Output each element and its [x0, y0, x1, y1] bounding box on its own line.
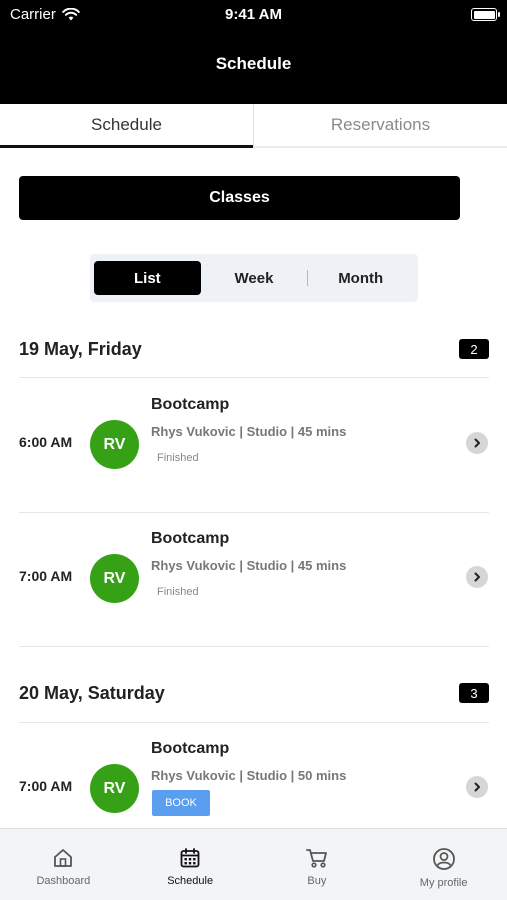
calendar-icon	[180, 848, 200, 868]
session-meta: Rhys Vukovic | Studio | 45 mins	[151, 424, 347, 439]
tab-label: Schedule	[167, 875, 214, 887]
session-time: 7:00 AM	[19, 568, 73, 584]
tab-dashboard[interactable]: Dashboard	[0, 829, 127, 900]
tab-schedule[interactable]: Schedule	[0, 104, 253, 148]
schedule-tabs: Schedule Reservations	[0, 104, 507, 148]
day-header: 20 May, Saturday 3	[19, 678, 489, 708]
view-list-button[interactable]: List	[94, 261, 201, 295]
session-row[interactable]: 7:00 AM RV Bootcamp Rhys Vukovic | Studi…	[0, 740, 507, 840]
session-meta: Rhys Vukovic | Studio | 50 mins	[151, 768, 347, 783]
view-toggle: List Week Month	[90, 254, 418, 302]
profile-icon	[432, 848, 455, 870]
session-meta: Rhys Vukovic | Studio | 45 mins	[151, 558, 347, 573]
tab-buy[interactable]: Buy	[254, 829, 381, 900]
tab-schedule-nav[interactable]: Schedule	[127, 829, 254, 900]
chevron-right-icon[interactable]	[466, 432, 488, 454]
session-status: Finished	[157, 452, 199, 464]
status-bar: Carrier 9:41 AM	[0, 0, 507, 28]
book-button[interactable]: BOOK	[152, 790, 210, 816]
avatar: RV	[90, 764, 139, 813]
session-row[interactable]: 7:00 AM RV Bootcamp Rhys Vukovic | Studi…	[0, 530, 507, 630]
nav-bar: Schedule	[0, 28, 507, 104]
avatar: RV	[90, 420, 139, 469]
chevron-right-icon[interactable]	[466, 776, 488, 798]
session-time: 6:00 AM	[19, 434, 73, 450]
view-week-button[interactable]: Week	[201, 261, 308, 295]
divider	[19, 646, 489, 647]
day-header: 19 May, Friday 2	[19, 334, 489, 364]
session-time: 7:00 AM	[19, 778, 73, 794]
session-name: Bootcamp	[151, 530, 230, 547]
divider	[19, 512, 489, 513]
cart-icon	[305, 849, 327, 868]
classes-button[interactable]: Classes	[19, 176, 460, 220]
tab-reservations[interactable]: Reservations	[254, 104, 507, 148]
tab-label: Buy	[307, 875, 327, 887]
session-name: Bootcamp	[151, 740, 230, 757]
view-month-button[interactable]: Month	[307, 261, 414, 295]
page-title: Schedule	[215, 54, 292, 73]
tab-label: Dashboard	[36, 875, 91, 887]
session-count-badge: 3	[459, 683, 489, 703]
battery-icon	[471, 8, 500, 21]
tab-my-profile[interactable]: My profile	[380, 829, 507, 900]
home-icon	[54, 849, 73, 867]
divider	[19, 377, 489, 378]
status-time: 9:41 AM	[225, 6, 282, 23]
session-status: Finished	[157, 586, 199, 598]
session-name: Bootcamp	[151, 396, 230, 413]
bottom-tab-bar: Dashboard Schedule Buy My profile	[0, 828, 507, 900]
avatar: RV	[90, 554, 139, 603]
session-count-badge: 2	[459, 339, 489, 359]
session-row[interactable]: 6:00 AM RV Bootcamp Rhys Vukovic | Studi…	[0, 396, 507, 496]
divider	[19, 722, 489, 723]
chevron-right-icon[interactable]	[466, 566, 488, 588]
day-title: 19 May, Friday	[19, 338, 142, 359]
day-title: 20 May, Saturday	[19, 682, 165, 703]
tab-label: My profile	[419, 877, 468, 889]
